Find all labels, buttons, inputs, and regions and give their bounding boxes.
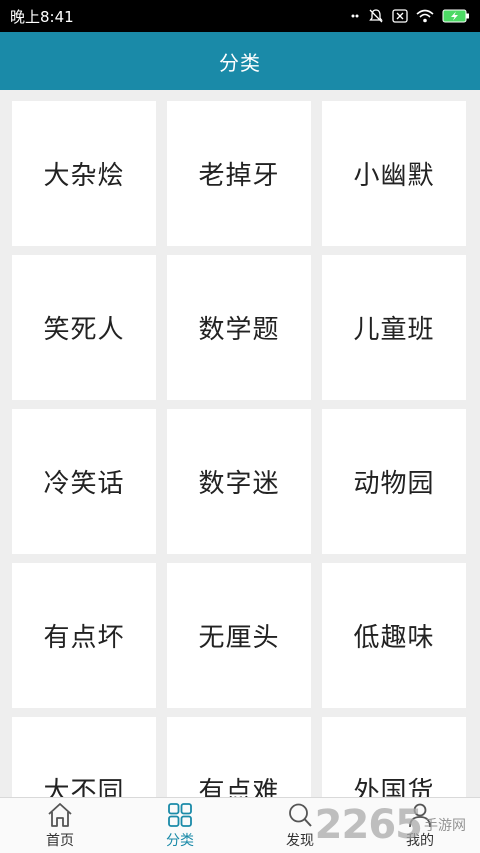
tab-discover[interactable]: 发现 (240, 798, 360, 853)
category-label: 外国货 (353, 777, 435, 797)
category-tile[interactable]: 有点坏 (12, 563, 156, 708)
tab-home[interactable]: 首页 (0, 798, 120, 853)
category-tile[interactable]: 儿童班 (322, 255, 466, 400)
category-tile[interactable]: 有点难 (167, 717, 311, 797)
wifi-icon (416, 9, 434, 23)
app-header: 分类 (0, 32, 480, 90)
mute-bell-icon (369, 9, 383, 23)
sim-x-icon (392, 9, 408, 23)
category-tile[interactable]: 低趣味 (322, 563, 466, 708)
status-icons (350, 8, 470, 24)
category-tile[interactable]: 无厘头 (167, 563, 311, 708)
category-tile[interactable]: 老掉牙 (167, 101, 311, 246)
home-icon (48, 803, 72, 827)
tab-label: 分类 (166, 833, 194, 849)
category-tile[interactable]: 大不同 (12, 717, 156, 797)
status-bar: 晚上8:41 (0, 0, 480, 32)
category-tile[interactable]: 数学题 (167, 255, 311, 400)
category-label: 动物园 (353, 469, 435, 499)
page-title: 分类 (219, 50, 261, 75)
category-grid[interactable]: 大杂烩 老掉牙 小幽默 笑死人 数学题 儿童班 冷笑话 数字迷 动物园 有点坏 … (0, 90, 480, 797)
category-label: 儿童班 (353, 315, 435, 345)
status-time: 晚上8:41 (10, 7, 74, 26)
category-label: 小幽默 (353, 161, 435, 191)
category-label: 数字迷 (198, 469, 280, 499)
category-label: 数学题 (198, 315, 280, 345)
tab-category[interactable]: 分类 (120, 798, 240, 853)
category-label: 有点难 (198, 777, 280, 797)
category-tile[interactable]: 小幽默 (322, 101, 466, 246)
category-tile[interactable]: 外国货 (322, 717, 466, 797)
category-label: 笑死人 (43, 315, 125, 345)
category-label: 老掉牙 (198, 161, 280, 191)
category-label: 大杂烩 (43, 161, 125, 191)
tab-label: 首页 (46, 833, 74, 849)
grid-icon (168, 803, 192, 827)
category-tile[interactable]: 动物园 (322, 409, 466, 554)
category-label: 无厘头 (198, 623, 280, 653)
tab-mine[interactable]: 我的 (360, 798, 480, 853)
more-dots-icon (351, 14, 359, 18)
search-icon (289, 803, 312, 827)
category-tile[interactable]: 冷笑话 (12, 409, 156, 554)
category-label: 低趣味 (353, 623, 435, 653)
category-label: 有点坏 (43, 623, 125, 653)
user-icon (409, 803, 431, 828)
battery-charging-icon (442, 9, 469, 23)
category-tile[interactable]: 笑死人 (12, 255, 156, 400)
category-label: 冷笑话 (43, 469, 125, 499)
tab-label: 我的 (406, 833, 434, 849)
category-label: 大不同 (43, 777, 125, 797)
bottom-tab-bar: 首页 分类 发现 我的 (0, 797, 480, 853)
category-tile[interactable]: 大杂烩 (12, 101, 156, 246)
category-tile[interactable]: 数字迷 (167, 409, 311, 554)
tab-label: 发现 (286, 833, 314, 849)
